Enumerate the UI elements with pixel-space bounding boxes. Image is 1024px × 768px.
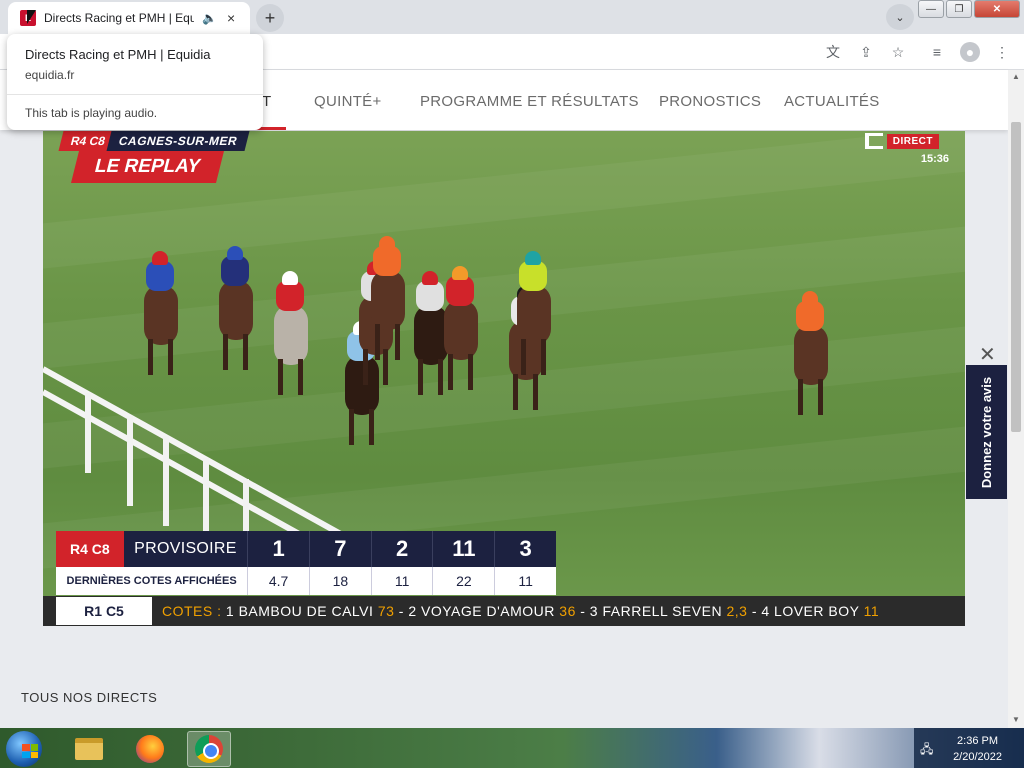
close-tab-icon[interactable]: × [227, 10, 235, 26]
arrival-number: 3 [494, 531, 556, 567]
ticker-race-code: R1 C5 [56, 597, 152, 625]
chrome-icon[interactable] [187, 731, 231, 767]
hovercard-domain: equidia.fr [25, 68, 75, 82]
replay-banner: LE REPLAY [71, 151, 224, 183]
arrival-number: 1 [247, 531, 309, 567]
scroll-thumb[interactable] [1011, 122, 1021, 432]
nav-item-actualites[interactable]: ACTUALITÉS [784, 93, 880, 110]
ticker-entry-name: - 4 LOVER BOY [751, 603, 860, 619]
scroll-up-icon[interactable]: ▲ [1012, 72, 1020, 81]
board-race-code: R4 C8 [56, 531, 124, 567]
windows-taskbar: 🖧 2:36 PM 2/20/2022 [0, 728, 1024, 768]
rail-post [127, 416, 133, 506]
minimize-button[interactable]: — [918, 0, 944, 18]
start-button[interactable] [6, 731, 42, 767]
odds-value: 11 [494, 567, 556, 595]
tab-title: Directs Racing et PMH | Equidia [44, 11, 194, 25]
ticker-entry-odd: 2,3 [726, 603, 748, 619]
rail-post [85, 393, 91, 473]
new-tab-button[interactable]: + [256, 4, 284, 32]
translate-icon[interactable]: 文 [823, 42, 843, 62]
ticker-entry-odd: 36 [559, 603, 576, 619]
hovercard-audio-note: This tab is playing audio. [25, 106, 158, 120]
equidia-live-logo: DIRECT [864, 133, 939, 149]
network-icon[interactable]: 🖧 [920, 740, 933, 761]
share-icon[interactable]: ⇪ [856, 42, 876, 62]
maximize-button[interactable]: ❐ [946, 0, 972, 18]
profile-icon[interactable]: ● [960, 42, 980, 62]
browser-tab-strip: E Directs Racing et PMH | Equidia 🔈 × + … [0, 0, 1024, 34]
browser-tab[interactable]: E Directs Racing et PMH | Equidia 🔈 × [8, 2, 250, 34]
page-scrollbar[interactable]: ▲ ▼ [1008, 70, 1024, 728]
nav-item-programme[interactable]: PROGRAMME ET RÉSULTATS [420, 93, 639, 110]
clock-date: 2/20/2022 [953, 751, 1002, 763]
ticker-entry-name: - 2 VOYAGE D'AMOUR [398, 603, 555, 619]
feedback-button[interactable]: Donnez votre avis [966, 365, 1007, 499]
odds-value: 18 [308, 567, 371, 595]
nav-item-quinte[interactable]: QUINTÉ+ [314, 93, 382, 110]
speaker-icon[interactable]: 🔈 [202, 11, 217, 25]
section-title: TOUS NOS DIRECTS [21, 690, 158, 705]
equidia-logo-icon [864, 133, 883, 149]
video-player[interactable]: R4 C8 CAGNES-SUR-MER LE REPLAY DIRECT 15… [43, 131, 965, 626]
ticker-entry-odd: 11 [863, 603, 880, 619]
odds-value: 11 [370, 567, 433, 595]
menu-icon[interactable]: ⋮ [992, 42, 1012, 62]
live-badge: DIRECT [886, 133, 939, 149]
windows-logo-icon [22, 744, 38, 758]
nav-item-pronostics[interactable]: PRONOSTICS [659, 93, 761, 110]
race-code-text: R4 C8 [69, 134, 107, 148]
media-controls-icon[interactable]: ≡ [927, 42, 947, 62]
star-icon[interactable]: ☆ [888, 42, 908, 62]
tab-search-button[interactable]: ⌄ [886, 4, 914, 30]
ticker-entry-name: - 3 FARRELL SEVEN [580, 603, 723, 619]
odds-row: DERNIÈRES COTES AFFICHÉES 4.7 18 11 22 1… [56, 567, 556, 595]
firefox-icon[interactable] [128, 731, 172, 767]
results-board: R4 C8 PROVISOIRE 1 7 2 11 3 DERNIÈRES CO… [56, 531, 556, 595]
broadcast-time: 15:36 [920, 153, 949, 165]
ticker-entry-odd: 73 [377, 603, 395, 619]
window-controls: — ❐ ✕ [918, 0, 1020, 18]
scroll-down-icon[interactable]: ▼ [1012, 715, 1020, 724]
feedback-label: Donnez votre avis [979, 376, 995, 488]
race-location-text: CAGNES-SUR-MER [117, 134, 240, 148]
file-explorer-icon[interactable] [67, 731, 111, 767]
odds-value: 4.7 [247, 567, 309, 595]
system-tray: 🖧 2:36 PM 2/20/2022 [914, 728, 1024, 768]
board-status: PROVISOIRE [123, 531, 248, 567]
close-feedback-icon[interactable]: ✕ [979, 342, 996, 367]
ticker-prefix: COTES : [162, 603, 222, 619]
arrival-number: 11 [432, 531, 495, 567]
mouse-cursor-icon [27, 10, 36, 24]
rail-post [163, 436, 169, 526]
rail-post [243, 479, 249, 539]
clock-time: 2:36 PM [957, 735, 999, 747]
hovercard-divider [7, 94, 263, 95]
tab-hover-card: Directs Racing et PMH | Equidia equidia.… [7, 34, 263, 130]
odds-ticker: R1 C5 COTES : 1 BAMBOU DE CALVI 73 - 2 V… [43, 596, 965, 626]
clock[interactable]: 2:36 PM 2/20/2022 [953, 733, 1002, 765]
nav-item-direct[interactable]: T [262, 93, 271, 110]
ticker-text: COTES : 1 BAMBOU DE CALVI 73 - 2 VOYAGE … [162, 603, 879, 619]
odds-value: 22 [432, 567, 494, 595]
close-window-button[interactable]: ✕ [974, 0, 1020, 18]
race-location-badge: CAGNES-SUR-MER [106, 131, 250, 151]
odds-label: DERNIÈRES COTES AFFICHÉES [66, 575, 237, 587]
hovercard-title: Directs Racing et PMH | Equidia [25, 47, 211, 62]
arrival-number: 2 [370, 531, 433, 567]
arrival-number: 7 [308, 531, 371, 567]
replay-label: LE REPLAY [92, 156, 203, 177]
arrival-row: R4 C8 PROVISOIRE 1 7 2 11 3 [56, 531, 556, 567]
ticker-entry-name: 1 BAMBOU DE CALVI [225, 603, 374, 619]
rail-post [203, 458, 209, 538]
